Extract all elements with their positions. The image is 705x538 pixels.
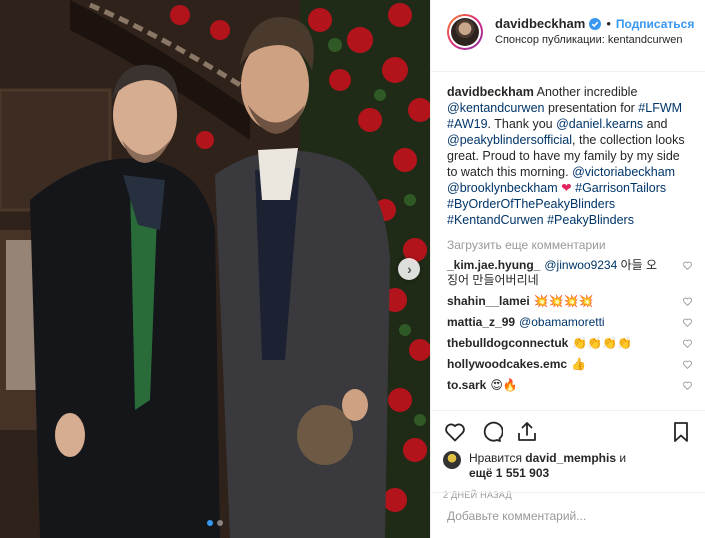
carousel-dot-2 [217, 520, 223, 526]
caption-mention[interactable]: @kentandcurwen [447, 101, 544, 115]
next-slide-button[interactable]: › [398, 258, 420, 280]
comment-list: _kim.jae.hyung_ @jinwoo9234 아들 오 징어 만들어버리… [447, 258, 693, 393]
comment-like-heart-icon[interactable] [682, 296, 693, 307]
author-avatar[interactable] [447, 14, 483, 50]
liker-avatar[interactable] [443, 451, 461, 469]
comment-text: 💥💥💥💥 [533, 294, 594, 308]
comment-username[interactable]: thebulldogconnectuk [447, 336, 568, 350]
caption-text: and [646, 117, 668, 131]
share-icon[interactable] [515, 420, 539, 444]
comment-username[interactable]: mattia_z_99 [447, 315, 515, 329]
comment-like-heart-icon[interactable] [682, 338, 693, 349]
comment-text: 😍🔥 [490, 378, 518, 392]
carousel-dot-1 [207, 520, 213, 526]
follow-button[interactable]: Подписаться [616, 17, 694, 31]
caption-hashtag[interactable]: #GarrisonTailors [575, 181, 666, 195]
caption-hashtag[interactable]: #KentandCurwen [447, 213, 544, 227]
add-comment-bar [431, 492, 705, 538]
liker-username[interactable]: david_memphis [525, 451, 616, 465]
post-header: davidbeckham • Подписаться Спонсор публи… [431, 0, 705, 72]
comment-username[interactable]: shahin__lamei [447, 294, 530, 308]
caption-text: Another incredible [536, 85, 638, 99]
caption-hashtag[interactable]: #ByOrderOfThePeakyBlinders [447, 197, 615, 211]
comment-username[interactable]: hollywoodcakes.emc [447, 357, 567, 371]
chevron-right-icon: › [407, 261, 412, 277]
comments-section: davidbeckham Another incredible @kentand… [431, 72, 705, 410]
caption-mention[interactable]: @victoriabeckham [572, 165, 675, 179]
sponsor-label[interactable]: Спонсор публикации: kentandcurwen [495, 34, 694, 46]
likes-and: и [619, 451, 627, 465]
likes-count[interactable]: ещё 1 551 903 [469, 466, 549, 480]
comment-row: shahin__lamei 💥💥💥💥 [447, 294, 693, 309]
comment-row: _kim.jae.hyung_ @jinwoo9234 아들 오 징어 만들어버리… [447, 258, 693, 288]
caption-username[interactable]: davidbeckham [447, 85, 534, 99]
caption-text: . Thank you [487, 117, 553, 131]
header-separator: • [606, 16, 611, 31]
comment-mention[interactable]: @obamamoretti [519, 315, 605, 329]
comment-row: mattia_z_99 @obamamoretti [447, 315, 693, 330]
caption-mention[interactable]: @peakyblindersofficial [447, 133, 572, 147]
comment-like-heart-icon[interactable] [682, 380, 693, 391]
comment-username[interactable]: _kim.jae.hyung_ [447, 258, 540, 272]
caption-hashtag[interactable]: #LFWM [638, 101, 682, 115]
instagram-post: › davidbeckham • Подписаться Спонсор пуб… [0, 0, 705, 538]
comment-input[interactable] [447, 508, 689, 523]
load-more-comments-button[interactable]: Загрузить еще комментарии [447, 238, 693, 252]
post-photo[interactable]: › [0, 0, 430, 538]
bookmark-icon[interactable] [669, 420, 693, 444]
likes-summary: Нравится david_memphis и ещё 1 551 903 [443, 451, 693, 481]
likes-prefix: Нравится [469, 451, 522, 465]
caption-mention[interactable]: @brooklynbeckham [447, 181, 558, 195]
carousel-indicator [207, 520, 223, 526]
comment-row: to.sark 😍🔥 [447, 378, 693, 393]
verified-badge-icon [589, 17, 602, 30]
comment-icon[interactable] [479, 420, 503, 444]
comment-row: thebulldogconnectuk 👏👏👏👏 [447, 336, 693, 351]
comment-like-heart-icon[interactable] [682, 317, 693, 328]
comment-row: hollywoodcakes.emc 👍 [447, 357, 693, 372]
comment-like-heart-icon[interactable] [682, 260, 693, 271]
caption-hashtag[interactable]: #PeakyBlinders [547, 213, 634, 227]
action-bar: Нравится david_memphis и ещё 1 551 903 2… [431, 410, 705, 500]
author-username[interactable]: davidbeckham [495, 16, 585, 31]
comment-username[interactable]: to.sark [447, 378, 486, 392]
post-sidebar: davidbeckham • Подписаться Спонсор публи… [430, 0, 705, 538]
comment-like-heart-icon[interactable] [682, 359, 693, 370]
heart-emoji: ❤ [561, 181, 572, 195]
heart-icon[interactable] [443, 420, 467, 444]
comment-mention[interactable]: @jinwoo9234 [544, 258, 617, 272]
comment-text: 👍 [571, 357, 586, 371]
caption-hashtag[interactable]: #AW19 [447, 117, 488, 131]
caption-mention[interactable]: @daniel.kearns [556, 117, 643, 131]
photo-illustration [0, 0, 430, 538]
post-caption: davidbeckham Another incredible @kentand… [447, 84, 693, 228]
comment-text: 👏👏👏👏 [572, 336, 633, 350]
caption-text: presentation for [547, 101, 635, 115]
